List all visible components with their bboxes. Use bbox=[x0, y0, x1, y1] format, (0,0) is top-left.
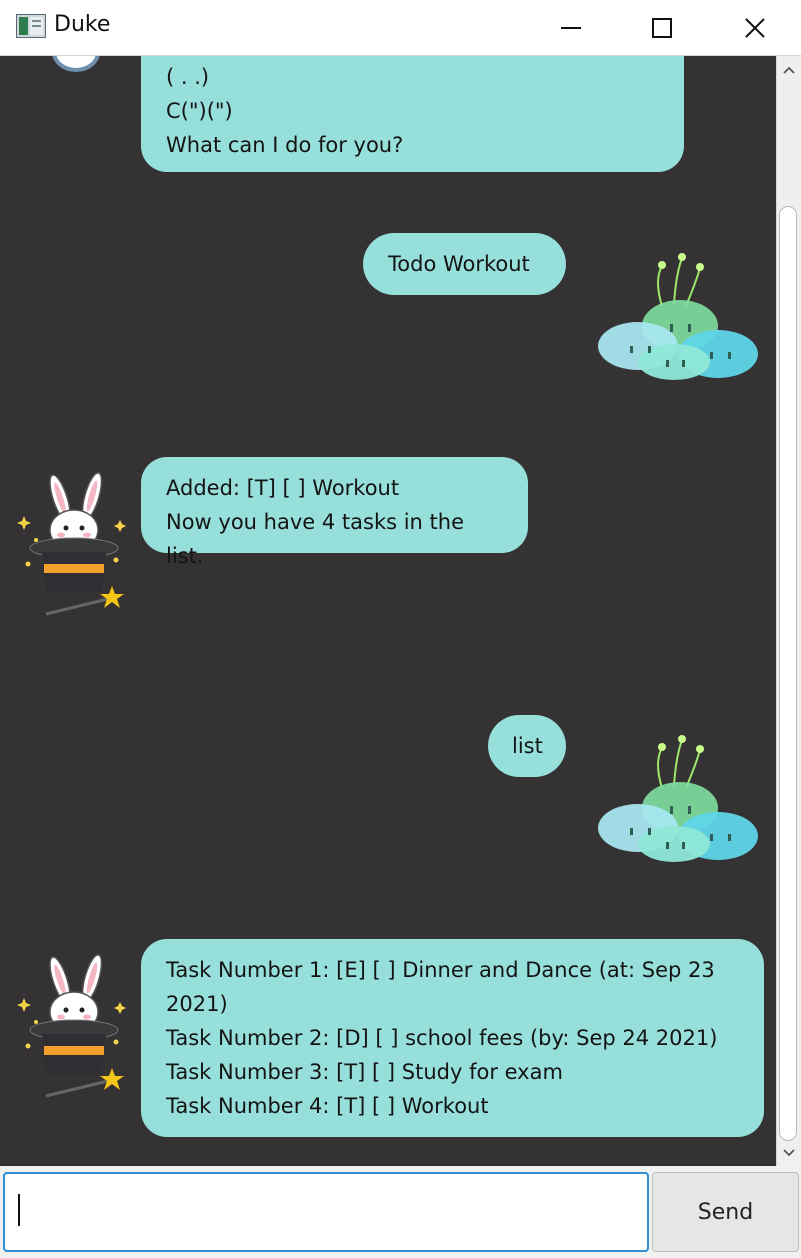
close-icon bbox=[745, 18, 765, 38]
chat-scrollbar[interactable] bbox=[776, 56, 801, 1166]
message-line: Task Number 2: [D] [ ] school fees (by: … bbox=[166, 1026, 718, 1050]
send-button[interactable]: Send bbox=[652, 1172, 799, 1252]
app-icon bbox=[16, 14, 46, 38]
scroll-down-icon[interactable] bbox=[781, 1145, 797, 1161]
input-bar: Send bbox=[0, 1166, 801, 1258]
user-message: list bbox=[488, 715, 566, 777]
user-message: Todo Workout bbox=[363, 233, 566, 295]
title-bar: Duke bbox=[0, 0, 801, 56]
message-line: Now you have 4 tasks in the list. bbox=[166, 510, 465, 568]
message-line: Task Number 3: [T] [ ] Study for exam bbox=[166, 1060, 563, 1084]
bunny-magician-avatar bbox=[17, 954, 126, 1098]
duke-message: ( . .) C(")(") What can I do for you? bbox=[141, 56, 684, 172]
duke-message: Task Number 1: [E] [ ] Dinner and Dance … bbox=[141, 939, 764, 1137]
message-input[interactable] bbox=[3, 1172, 649, 1252]
message-line: Added: [T] [ ] Workout bbox=[166, 476, 400, 500]
minimize-icon bbox=[561, 27, 581, 29]
minimize-button[interactable] bbox=[526, 0, 616, 56]
message-line: ( . .) bbox=[166, 65, 210, 89]
scroll-thumb[interactable] bbox=[779, 206, 797, 1141]
message-line: Task Number 1: [E] [ ] Dinner and Dance … bbox=[166, 958, 715, 982]
message-line: 2021) bbox=[166, 992, 228, 1016]
maximize-icon bbox=[652, 18, 672, 38]
slime-stack-avatar bbox=[598, 253, 758, 380]
text-caret bbox=[18, 1194, 20, 1226]
bunny-magician-avatar bbox=[52, 56, 100, 72]
message-line: Task Number 4: [T] [ ] Workout bbox=[166, 1094, 489, 1118]
maximize-button[interactable] bbox=[617, 0, 707, 56]
slime-stack-avatar bbox=[598, 735, 758, 862]
close-button[interactable] bbox=[710, 0, 800, 56]
bunny-magician-avatar bbox=[17, 472, 126, 616]
message-line: What can I do for you? bbox=[166, 133, 404, 157]
message-line: Todo Workout bbox=[388, 252, 530, 276]
chat-area[interactable]: ( . .) C(")(") What can I do for you? To… bbox=[0, 56, 776, 1166]
message-line: C(")(") bbox=[166, 99, 233, 123]
scroll-up-icon[interactable] bbox=[781, 62, 797, 78]
duke-message: Added: [T] [ ] Workout Now you have 4 ta… bbox=[141, 457, 528, 568]
message-line: list bbox=[512, 734, 543, 758]
window-title: Duke bbox=[54, 12, 111, 37]
